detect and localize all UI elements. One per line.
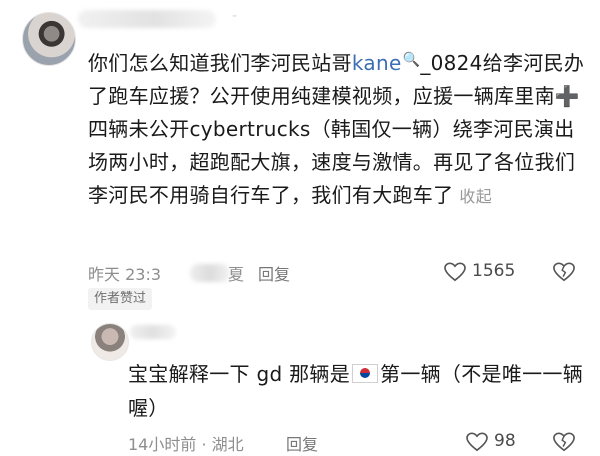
reply-timestamp: 14小时前 · 湖北	[128, 435, 244, 454]
reply-meta-row: 14小时前 · 湖北 回复	[128, 430, 588, 454]
author-liked-badge: 作者赞过	[88, 288, 153, 310]
commenter-avatar[interactable]	[22, 12, 76, 66]
reply-reply-button[interactable]: 回复	[286, 431, 318, 455]
plus-icon: ➕	[554, 84, 581, 108]
commenter-name-suffix: -	[232, 8, 238, 24]
comment-timestamp: 昨天 23:3 夏	[88, 261, 244, 285]
reply-text-part1: 宝宝解释一下 gd 那辆是	[128, 362, 351, 386]
heart-icon[interactable]	[444, 262, 466, 282]
commenter-name-blurred[interactable]	[78, 10, 216, 28]
replier-avatar[interactable]	[91, 323, 129, 361]
south-korea-flag-icon	[352, 364, 379, 383]
reply-button[interactable]: 回复	[258, 261, 290, 285]
mention-link[interactable]: kane	[352, 51, 402, 75]
collapse-button[interactable]: 收起	[459, 187, 492, 206]
comment-text-part3: 四辆未公开cybertrucks（韩国仅一辆）绕李河民演出场两小时，超跑配大旗，…	[88, 117, 576, 207]
reply-comment-text: 宝宝解释一下 gd 那辆是 第一辆（不是唯一一辆喔）	[128, 357, 588, 425]
like-count: 1565	[472, 261, 516, 281]
search-icon[interactable]: 🔍	[403, 52, 421, 68]
comment-text: 你们怎么知道我们李河民站哥kane🔍_0824给李河民办了跑车应援？公开使用纯建…	[88, 44, 588, 213]
broken-heart-icon[interactable]	[553, 261, 575, 283]
timestamp-blur	[190, 264, 230, 282]
comment-text-part1: 你们怎么知道我们李河民站哥	[88, 51, 352, 75]
reply-heart-icon[interactable]	[466, 432, 488, 452]
timestamp-tail: 夏	[228, 265, 245, 284]
reply-broken-heart-icon[interactable]	[553, 431, 575, 453]
reply-like-count: 98	[494, 431, 516, 451]
replier-name-blurred[interactable]	[130, 325, 176, 339]
